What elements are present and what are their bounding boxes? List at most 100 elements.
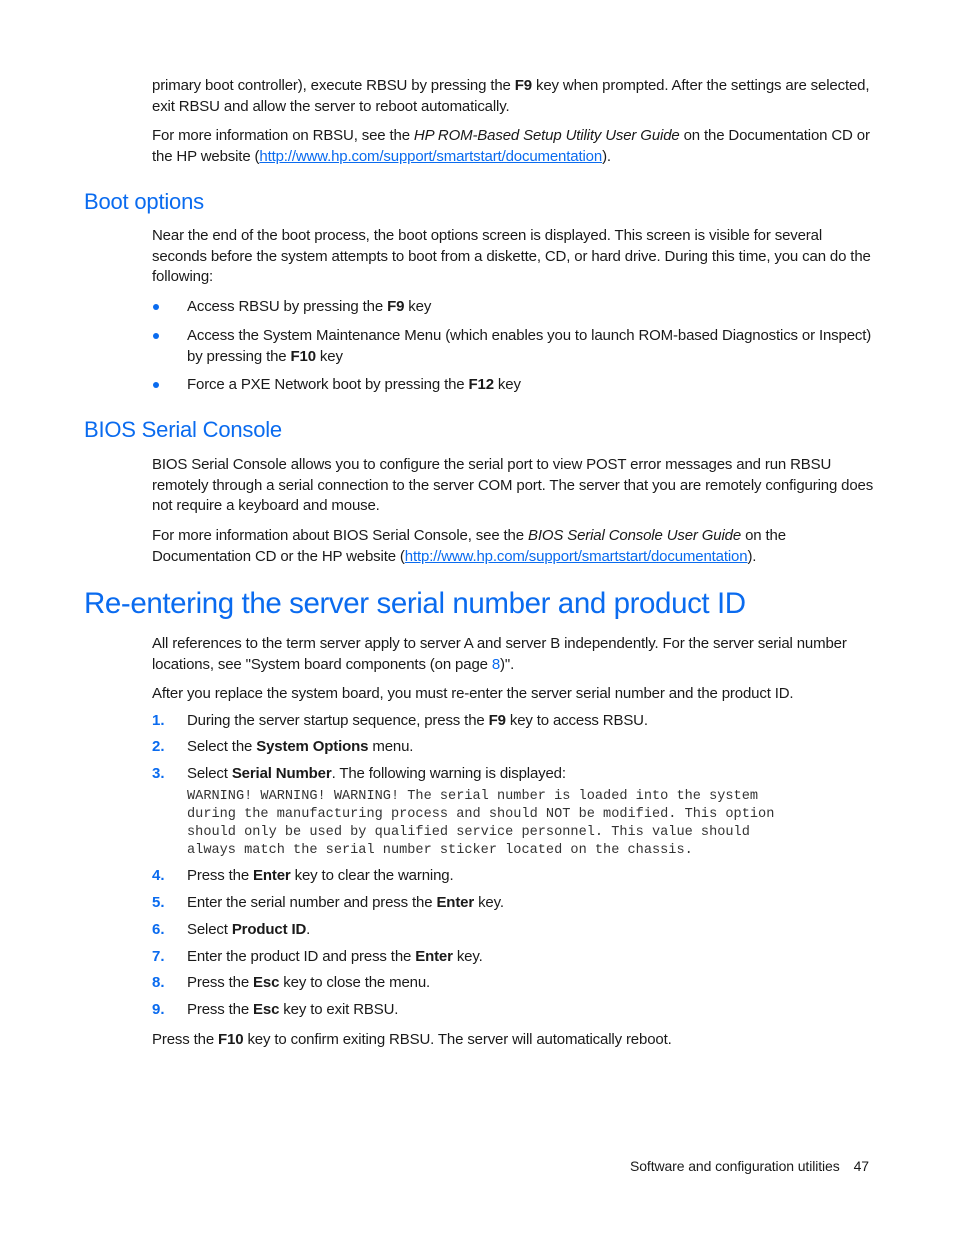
menu-label: Product ID — [231, 921, 307, 938]
key-label: Enter — [436, 894, 475, 911]
step-item: 9. Press the Esc key to exit RBSU. — [152, 1000, 872, 1021]
step-item: 1. During the server startup sequence, p… — [152, 711, 872, 732]
step-number: 3. — [152, 765, 165, 782]
reentering-paragraph-1: All references to the term server apply … — [152, 634, 877, 675]
text: key. — [474, 894, 504, 911]
text: key — [404, 298, 432, 315]
text: Press the — [187, 974, 254, 991]
key-label: F9 — [387, 298, 405, 315]
text: key — [315, 347, 343, 365]
text: . — [306, 921, 311, 938]
bios-serial-paragraph-1: BIOS Serial Console allows you to config… — [152, 456, 874, 514]
bullet-icon — [152, 297, 187, 318]
step-item: 4. Press the Enter key to clear the warn… — [152, 866, 872, 887]
text: key to access RBSU. — [505, 712, 648, 729]
warning-line: always match the serial number sticker l… — [187, 843, 693, 858]
page-title: Re-entering the server serial number and… — [84, 587, 746, 620]
boot-options-intro: Near the end of the boot process, the bo… — [152, 227, 871, 285]
step-number: 5. — [152, 894, 165, 911]
list-item-text: Access RBSU by pressing the F9 key — [187, 297, 431, 318]
step-item: 2. Select the System Options menu. — [152, 737, 872, 758]
text: ). — [747, 547, 757, 565]
page-footer: Software and configuration utilities 47 — [630, 1158, 869, 1174]
step-item: 6. Select Product ID. — [152, 920, 872, 941]
text: Select — [187, 921, 232, 938]
step-text: Press the Esc key to close the menu. — [187, 973, 430, 994]
text: Press the — [187, 1001, 254, 1018]
closing-paragraph: Press the F10 key to confirm exiting RBS… — [152, 1030, 877, 1051]
text: Select — [187, 765, 232, 782]
key-label: F10 — [218, 1031, 244, 1048]
text: menu. — [368, 738, 414, 755]
step-number: 1. — [152, 712, 165, 729]
text: For more information about BIOS Serial C… — [152, 527, 528, 544]
step-text: Enter the serial number and press the En… — [187, 893, 504, 914]
step-text: Select the System Options menu. — [187, 737, 413, 758]
intro-paragraph-2: For more information on RBSU, see the HP… — [152, 126, 877, 167]
step-text: Press the Esc key to exit RBSU. — [187, 1000, 398, 1021]
text: ). — [602, 147, 611, 165]
list-item: Access RBSU by pressing the F9 key — [152, 297, 872, 318]
text: key to close the menu. — [279, 974, 431, 991]
text: Press the — [152, 1031, 219, 1048]
warning-line: WARNING! WARNING! WARNING! The serial nu… — [187, 789, 759, 804]
step-text: Select Product ID. — [187, 920, 310, 941]
text: key to confirm exiting RBSU. The server … — [243, 1031, 672, 1048]
key-label: Enter — [253, 867, 291, 884]
text: key to clear the warning. — [290, 867, 454, 884]
footer-section-title: Software and configuration utilities — [629, 1158, 840, 1174]
text: Force a PXE Network boot by pressing the — [187, 376, 469, 393]
text: Enter the serial number and press the — [187, 894, 437, 911]
guide-title: BIOS Serial Console User Guide — [527, 527, 742, 544]
list-item-text: Force a PXE Network boot by pressing the… — [187, 375, 521, 396]
key-f9: F9 — [514, 77, 532, 94]
step-number: 6. — [152, 921, 165, 938]
key-label: Enter — [415, 948, 453, 965]
page-reference-link[interactable]: 8 — [492, 656, 500, 673]
step-number: 8. — [152, 974, 165, 991]
text: Select the — [187, 738, 257, 755]
step-text: During the server startup sequence, pres… — [187, 711, 648, 732]
warning-line: during the manufacturing process and sho… — [187, 807, 775, 822]
menu-label: System Options — [256, 738, 369, 755]
bios-serial-paragraph-2: For more information about BIOS Serial C… — [152, 526, 877, 567]
hp-documentation-link[interactable]: http://www.hp.com/support/smartstart/doc… — [405, 548, 748, 565]
text: For more information on RBSU, see the — [152, 127, 414, 144]
list-item-text: Access the System Maintenance Menu (whic… — [187, 326, 872, 367]
step-item: 7. Enter the product ID and press the En… — [152, 947, 872, 968]
key-label: F9 — [488, 712, 506, 729]
step-item: 5. Enter the serial number and press the… — [152, 893, 872, 914]
text: key. — [452, 948, 483, 965]
text: )". — [500, 655, 515, 673]
text: . The following warning is displayed: — [331, 765, 566, 782]
text: Enter the product ID and press the — [187, 948, 416, 965]
key-label: Esc — [253, 1001, 280, 1018]
section-heading-bios-serial-console: BIOS Serial Console — [84, 417, 282, 442]
text: primary boot controller), execute RBSU b… — [152, 77, 515, 94]
step-number: 7. — [152, 948, 165, 965]
reentering-paragraph-2: After you replace the system board, you … — [152, 685, 794, 702]
menu-label: Serial Number — [231, 765, 332, 782]
page-number: 47 — [853, 1158, 869, 1174]
hp-documentation-link[interactable]: http://www.hp.com/support/smartstart/doc… — [259, 148, 602, 165]
list-item: Force a PXE Network boot by pressing the… — [152, 375, 872, 396]
key-label: F12 — [468, 376, 495, 393]
step-text: Select Serial Number. The following warn… — [187, 764, 566, 785]
text: Press the — [187, 867, 254, 884]
step-text: Press the Enter key to clear the warning… — [187, 866, 454, 887]
bullet-icon — [152, 326, 187, 367]
guide-title: HP ROM-Based Setup Utility User Guide — [413, 127, 680, 144]
key-label: F10 — [290, 347, 317, 365]
bullet-icon — [152, 375, 187, 396]
step-number: 2. — [152, 738, 165, 755]
section-heading-boot-options: Boot options — [84, 189, 204, 214]
step-number: 9. — [152, 1001, 165, 1018]
key-label: Esc — [253, 974, 280, 991]
text: key — [493, 376, 521, 393]
intro-paragraph-1: primary boot controller), execute RBSU b… — [152, 76, 877, 117]
step-number: 4. — [152, 867, 165, 884]
list-item: Access the System Maintenance Menu (whic… — [152, 326, 872, 367]
step-item: 8. Press the Esc key to close the menu. — [152, 973, 872, 994]
text: During the server startup sequence, pres… — [187, 712, 489, 729]
text: Access RBSU by pressing the — [187, 298, 388, 315]
